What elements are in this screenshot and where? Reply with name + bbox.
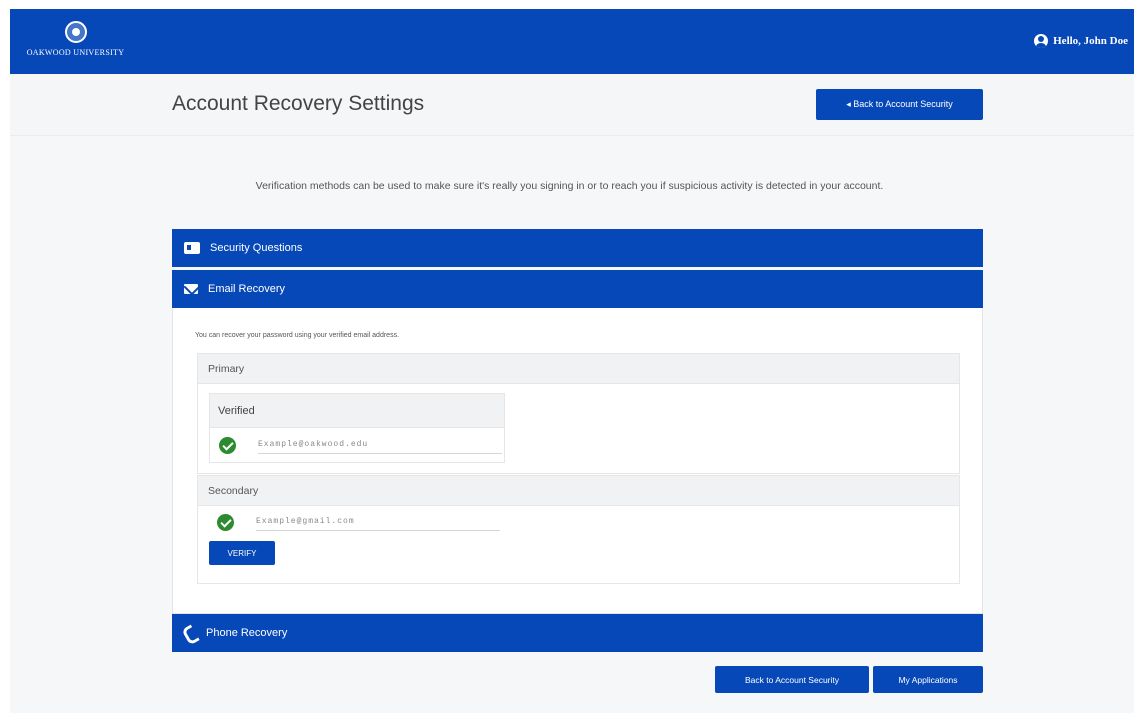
security-questions-label: Security Questions — [210, 242, 303, 254]
security-questions-header[interactable]: Security Questions — [172, 229, 983, 267]
secondary-email-field[interactable] — [256, 513, 500, 531]
my-applications-button[interactable]: My Applications — [873, 666, 983, 693]
primary-email-box: Primary Verified — [197, 353, 960, 474]
primary-email-field[interactable] — [258, 436, 502, 454]
verified-heading: Verified — [210, 394, 504, 428]
check-circle-icon — [217, 513, 234, 531]
email-recovery-panel: You can recover your password using your… — [172, 308, 983, 614]
email-recovery-note: You can recover your password using your… — [195, 332, 400, 339]
verify-button[interactable]: VERIFY — [209, 541, 275, 565]
secondary-heading: Secondary — [198, 476, 959, 506]
page-title: Account Recovery Settings — [172, 92, 425, 115]
primary-email-row — [219, 436, 502, 454]
intro-text: Verification methods can be used to make… — [255, 180, 884, 192]
university-logo[interactable]: OAKWOOD UNIVERSITY — [18, 21, 133, 65]
verified-email-card: Verified — [209, 393, 505, 463]
page-header: Account Recovery Settings ◂ Back to Acco… — [10, 74, 1134, 136]
secondary-email-box: Secondary VERIFY — [197, 475, 960, 584]
id-card-icon — [184, 242, 200, 254]
user-circle-icon — [1034, 34, 1049, 48]
phone-icon — [184, 626, 196, 640]
primary-heading: Primary — [198, 354, 959, 384]
logo-text: OAKWOOD UNIVERSITY — [26, 48, 125, 57]
phone-recovery-header[interactable]: Phone Recovery — [172, 614, 983, 652]
email-recovery-label: Email Recovery — [208, 283, 286, 295]
envelope-icon — [184, 284, 198, 294]
university-seal-icon — [64, 21, 87, 43]
email-recovery-header[interactable]: Email Recovery — [172, 270, 983, 308]
user-greeting: Hello, John Doe — [1053, 35, 1128, 47]
check-circle-icon — [219, 436, 236, 454]
user-menu[interactable]: Hello, John Doe — [1034, 34, 1128, 48]
top-navbar: OAKWOOD UNIVERSITY Hello, John Doe — [10, 9, 1134, 74]
secondary-email-row — [217, 513, 500, 531]
back-to-account-security-button[interactable]: ◂ Back to Account Security — [816, 89, 983, 120]
phone-recovery-label: Phone Recovery — [206, 627, 288, 639]
back-to-account-security-footer-button[interactable]: Back to Account Security — [715, 666, 869, 693]
